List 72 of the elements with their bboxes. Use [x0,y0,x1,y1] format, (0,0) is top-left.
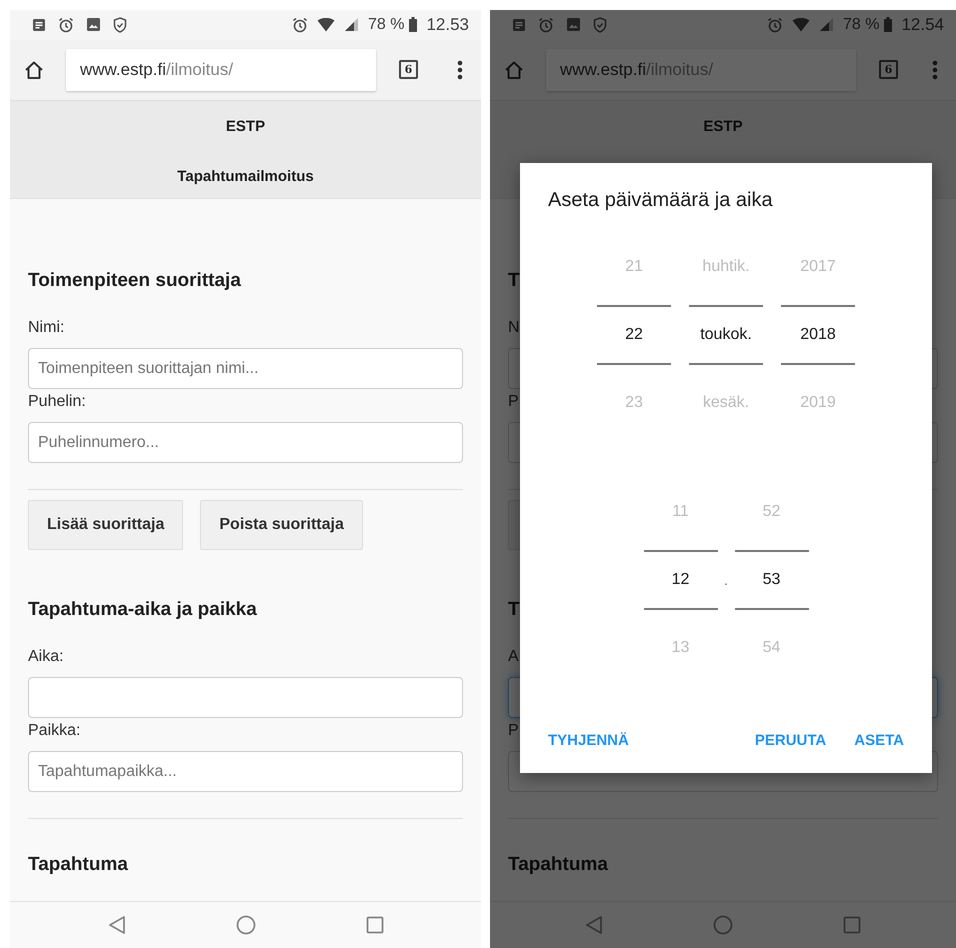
section-heading: T [508,269,520,293]
form-button[interactable]: Poista suorittaja [200,500,363,550]
field-label: Puhelin: [28,392,86,412]
image-icon [566,17,581,32]
clock-time: 12.54 [901,14,944,35]
picker-value[interactable]: 54 [734,610,808,686]
input-field[interactable] [28,677,463,718]
picker-value[interactable]: huhtik. [689,229,763,305]
alarm-icon [292,16,308,33]
page-title: Tapahtumailmoitus [177,166,314,187]
input-field[interactable]: Puhelinnumero... [28,422,463,463]
set-button[interactable]: ASETA [854,724,904,757]
field-label: Aika: [28,647,64,667]
picker-value[interactable]: 2018 [781,305,855,365]
notification-icon [512,18,526,32]
section-heading: Tapahtuma-aika ja paikka [28,598,257,622]
site-name: ESTP [703,116,743,137]
picker-value[interactable]: 52 [734,474,808,550]
recents-icon[interactable] [366,916,384,934]
site-name: ESTP [226,116,266,137]
tab-count-button[interactable]: 6 [879,60,898,80]
section-heading: T [508,598,520,622]
field-label: Paikka: [28,721,80,741]
time-separator: . [723,572,729,588]
picker-value[interactable]: 13 [644,610,718,686]
alarm-icon [538,16,554,33]
picker-value[interactable]: 2017 [781,229,855,305]
picker-value[interactable]: 11 [644,474,718,550]
alarm-icon [766,16,783,33]
wifi-icon [316,18,335,32]
field-label: P [508,392,519,412]
clock-time: 12.53 [426,14,469,35]
signal-icon [818,17,834,32]
picker-value[interactable]: 22 [597,305,671,365]
cancel-button[interactable]: PERUUTA [754,724,826,757]
section-heading: Tapahtuma [508,853,608,877]
field-label: N [508,318,520,338]
picker-value[interactable]: 21 [597,229,671,305]
recents-icon[interactable] [843,916,861,934]
clear-button[interactable]: TYHJENNÄ [548,724,629,757]
notification-icon [32,18,46,32]
field-label: P [508,721,519,741]
picker-value[interactable]: kesäk. [689,365,763,441]
tab-count-button[interactable]: 6 [399,60,418,80]
picker-value[interactable]: 53 [734,550,808,610]
battery-icon [409,17,418,32]
signal-icon [344,17,359,32]
picker-value[interactable]: toukok. [689,305,763,365]
picker-value[interactable]: 12 [644,550,718,610]
back-icon[interactable] [108,915,126,935]
battery-icon [884,17,892,32]
form-button[interactable]: Lisää suorittaja [28,500,184,550]
field-label: Nimi: [28,318,64,338]
address-field[interactable]: www.estp.fi/ilmoitus/ [66,48,376,91]
back-icon[interactable] [585,915,603,935]
section-heading: Toimenpiteen suorittaja [28,269,241,293]
battery-percent: 78 % [368,16,404,34]
input-field[interactable]: Toimenpiteen suorittajan nimi... [28,348,463,389]
shield-icon [113,16,127,33]
picker-value[interactable]: 2019 [781,365,855,441]
wifi-icon [792,18,810,32]
battery-percent: 78 % [842,16,880,34]
field-label: A [508,647,519,667]
input-field[interactable]: Tapahtumapaikka... [28,751,463,792]
home-icon[interactable] [24,60,44,80]
menu-icon[interactable] [457,60,463,80]
picker-value[interactable]: 23 [597,365,671,441]
alarm-icon [58,16,74,33]
image-icon [86,17,101,32]
section-heading: Tapahtuma [28,853,128,877]
dialog-title: Aseta päivämäärä ja aika [548,188,774,212]
shield-icon [593,16,607,33]
